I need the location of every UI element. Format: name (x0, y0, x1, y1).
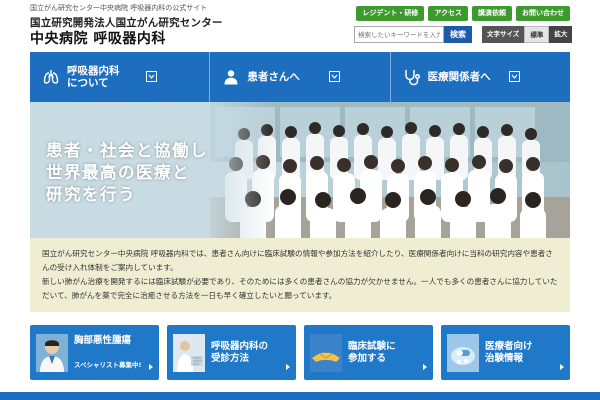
handshake-photo (310, 333, 342, 372)
link-lecture-request[interactable]: 講演依頼 (472, 6, 512, 21)
text-size-label: 文字サイズ (482, 26, 525, 43)
doctor-photo (36, 333, 68, 372)
intro-text-box: 国立がん研究センター中央病院 呼吸器内科では、患者さん向けに臨床試験の情報や参加… (30, 238, 570, 312)
chevron-down-icon (146, 71, 158, 82)
site-tagline: 国立がん研究センター中央病院 呼吸器内科の公式サイト (30, 4, 208, 12)
hero-line-2: 世界最高の医療と (46, 163, 190, 182)
intro-paragraph-2: 新しい肺がん治療を開発するには臨床試験が必要であり、そのためには多くの患者さんの… (42, 277, 558, 300)
feature-cards: 胸部悪性腫瘍 スペシャリスト募集中! 呼吸器内科の 受診方法 臨床試験に 参加す… (30, 325, 570, 380)
chevron-down-icon (508, 71, 520, 82)
card-subtitle: スペシャリスト募集中! (74, 360, 142, 369)
footer-bar (0, 392, 600, 400)
text-size-control: 文字サイズ 標準 拡大 (482, 26, 573, 43)
medicine-photo (447, 333, 479, 372)
nav-label-patients: 患者さんへ (247, 71, 300, 83)
text-size-standard-button[interactable]: 標準 (524, 26, 550, 43)
nav-item-about[interactable]: 呼吸器内科 について (30, 52, 211, 102)
card-specialist-recruitment[interactable]: 胸部悪性腫瘍 スペシャリスト募集中! (30, 325, 159, 380)
arrow-right-icon (148, 355, 154, 374)
hero-banner: 患者・社会と協働し 世界最高の医療と 研究を行う (30, 102, 570, 238)
nav-label-about: 呼吸器内科 について (67, 65, 120, 89)
hero-line-1: 患者・社会と協働し (46, 141, 208, 160)
card-label: 胸部悪性腫瘍 スペシャリスト募集中! (74, 325, 142, 380)
search-input[interactable] (354, 26, 444, 43)
card-title: 胸部悪性腫瘍 (74, 334, 132, 346)
link-access[interactable]: アクセス (428, 6, 468, 21)
card-trial-info-professionals[interactable]: 医療者向け 治験情報 (441, 325, 570, 380)
arrow-right-icon (422, 355, 428, 374)
card-consultation-method[interactable]: 呼吸器内科の 受診方法 (167, 325, 296, 380)
nav-item-patients[interactable]: 患者さんへ (210, 52, 391, 102)
card-label: 医療者向け 治験情報 (485, 340, 533, 364)
nav-label-medical-professionals: 医療関係者へ (427, 71, 491, 83)
arrow-right-icon (285, 355, 291, 374)
card-join-clinical-trial[interactable]: 臨床試験に 参加する (304, 325, 433, 380)
hero-line-3: 研究を行う (46, 185, 136, 204)
top-links: レジデント・研修 アクセス 講演依頼 お問い合わせ (356, 6, 570, 21)
arrow-right-icon (559, 355, 565, 374)
stethoscope-icon (403, 68, 421, 86)
card-label: 呼吸器内科の 受診方法 (211, 340, 269, 364)
card-label: 臨床試験に 参加する (348, 340, 396, 364)
chevron-down-icon (328, 71, 340, 82)
nav-item-medical-professionals[interactable]: 医療関係者へ (391, 52, 570, 102)
dept-name[interactable]: 中央病院 呼吸器内科 (30, 28, 166, 48)
person-icon (222, 68, 240, 86)
hero-message: 患者・社会と協働し 世界最高の医療と 研究を行う (46, 140, 208, 206)
text-size-large-button[interactable]: 拡大 (549, 26, 573, 43)
link-residency[interactable]: レジデント・研修 (356, 6, 425, 21)
main-nav: 呼吸器内科 について 患者さんへ 医療関係者へ (30, 52, 570, 102)
lungs-icon (42, 68, 60, 86)
intro-paragraph-1: 国立がん研究センター中央病院 呼吸器内科では、患者さん向けに臨床試験の情報や参加… (42, 249, 553, 272)
search-button[interactable]: 検索 (444, 26, 472, 43)
site-header: 国立がん研究センター中央病院 呼吸器内科の公式サイト 国立研究開発法人国立がん研… (0, 0, 600, 52)
consultation-photo (173, 333, 205, 372)
link-contact[interactable]: お問い合わせ (516, 6, 570, 21)
search-box: 検索 (354, 26, 472, 43)
